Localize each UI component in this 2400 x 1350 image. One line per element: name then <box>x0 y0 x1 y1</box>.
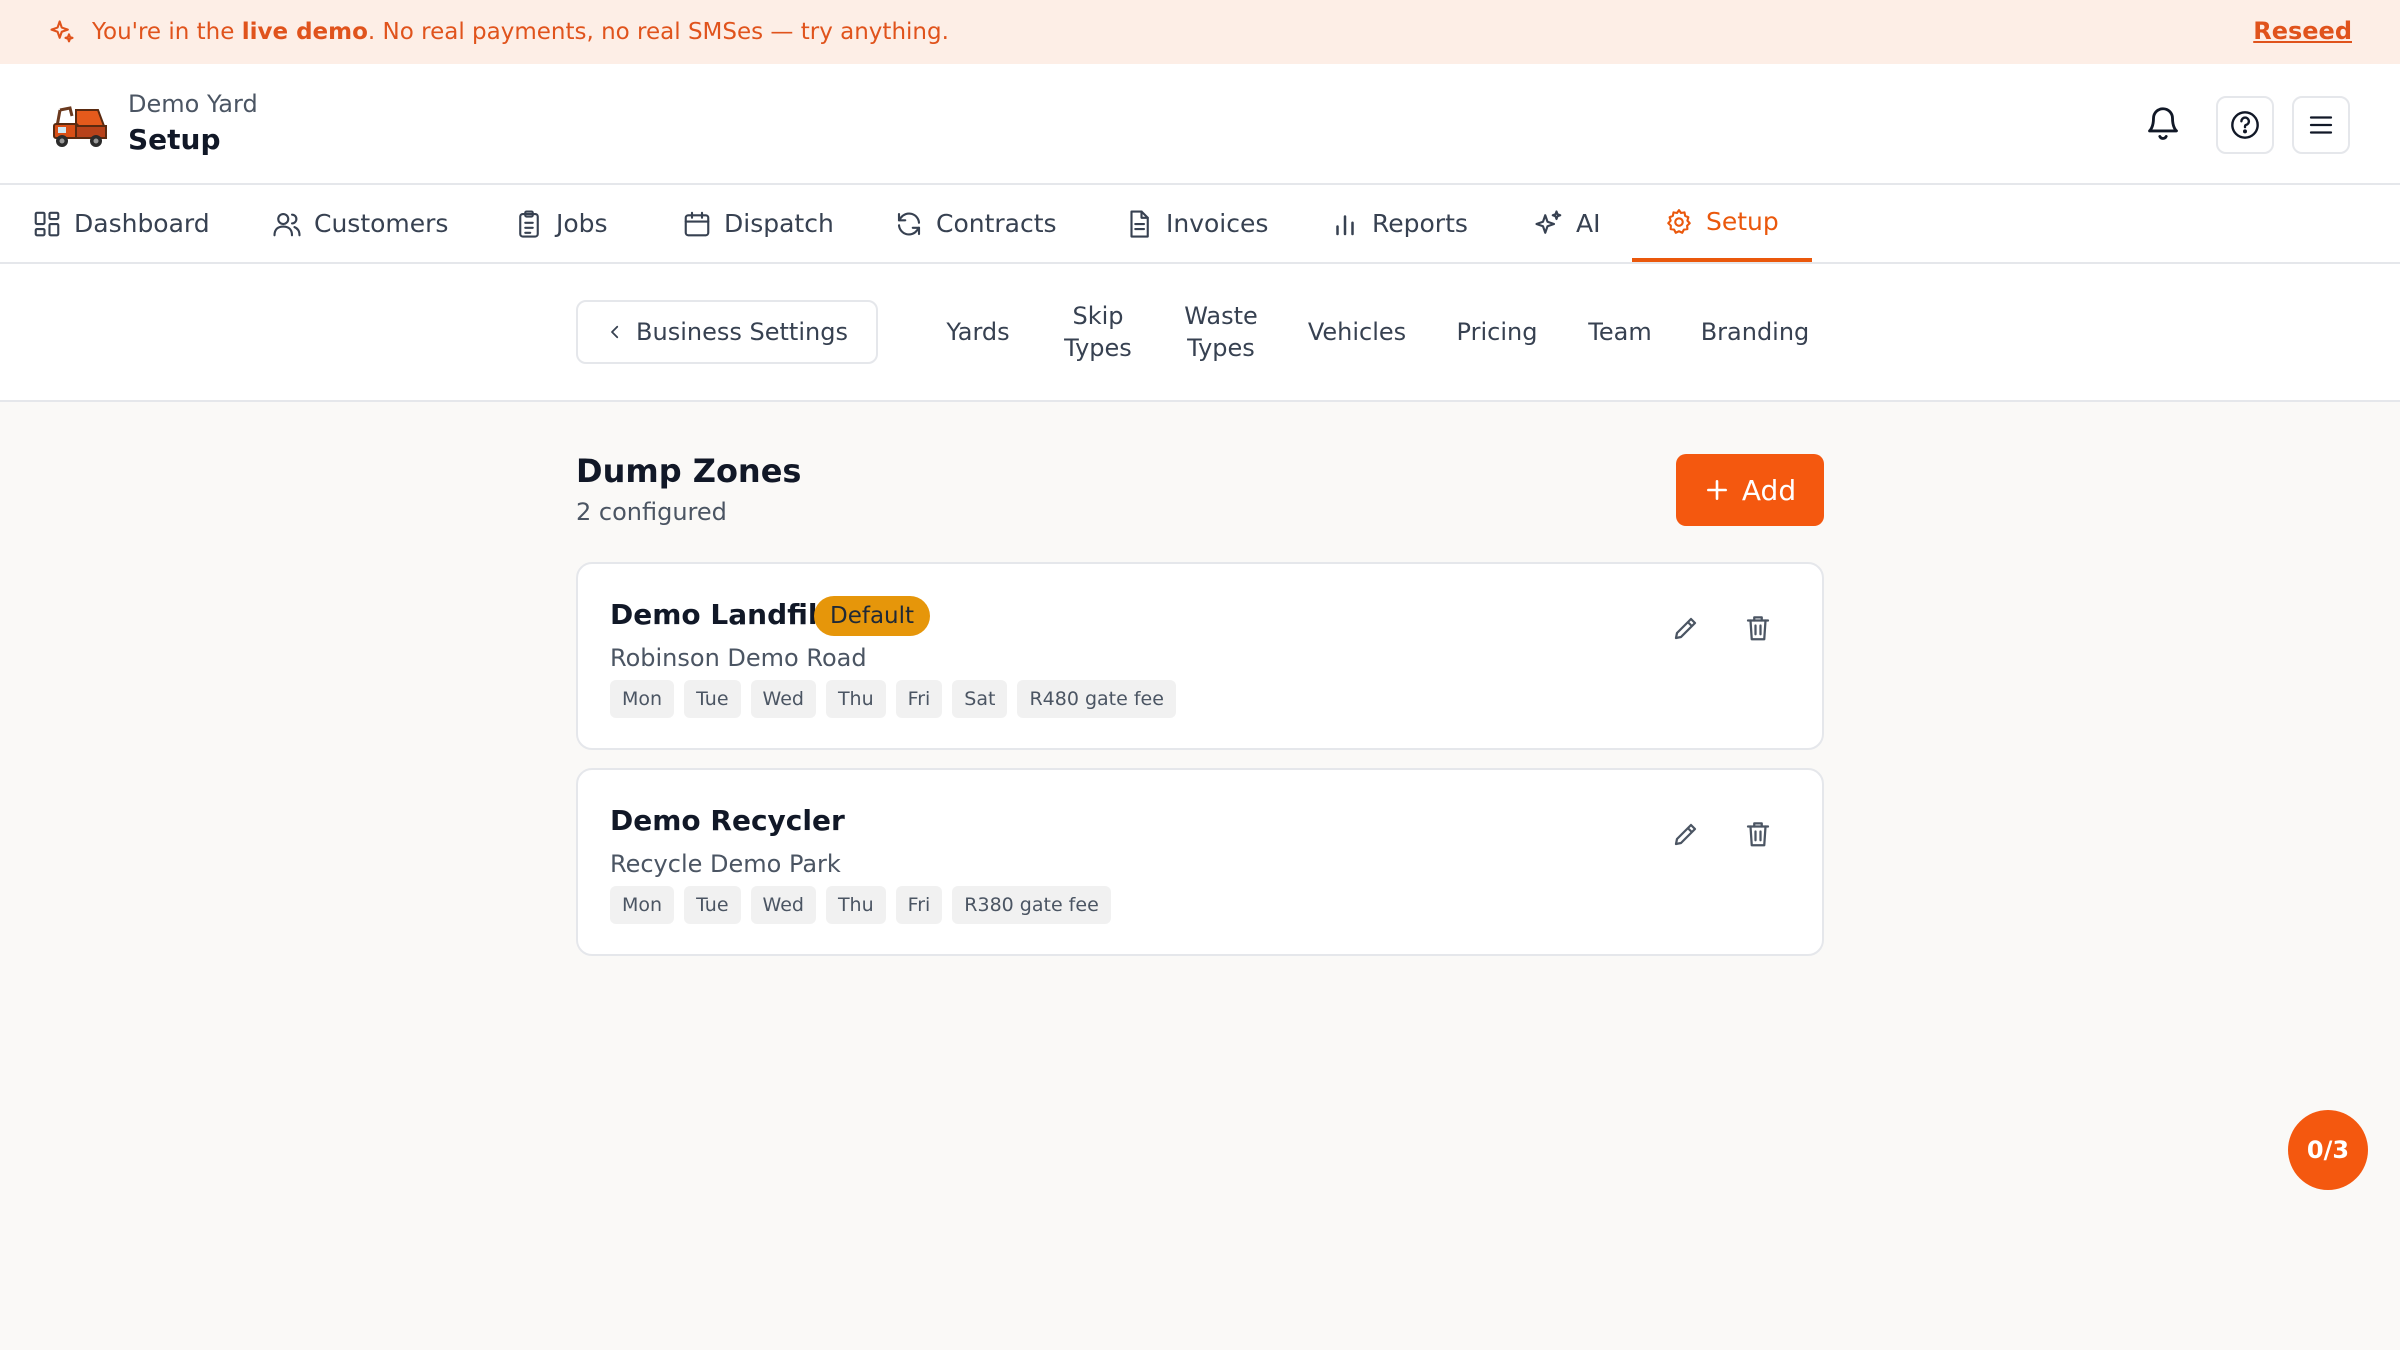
subtab-team[interactable]: Team <box>1574 264 1666 400</box>
day-chip: Fri <box>895 680 943 718</box>
subtab-vehicles[interactable]: Vehicles <box>1296 264 1418 400</box>
pencil-icon <box>1674 617 1697 640</box>
add-dump-zone-button[interactable]: Add <box>1676 454 1824 526</box>
edit-button[interactable] <box>1666 814 1706 854</box>
users-icon <box>273 212 301 236</box>
main-nav: Dashboard Customers Jobs Dispatch Contra… <box>0 185 2400 264</box>
day-chip: Thu <box>825 680 886 718</box>
day-chip: Wed <box>750 886 816 924</box>
tab-ai[interactable]: AI <box>1534 185 1600 262</box>
zone-address: Recycle Demo Park <box>610 850 841 878</box>
zone-schedule: Mon Tue Wed Thu Fri R380 gate fee <box>610 886 1111 924</box>
tab-label: AI <box>1576 209 1601 238</box>
tab-label: Contracts <box>936 209 1057 238</box>
subtab-skip-types[interactable]: Skip Types <box>1050 264 1146 400</box>
day-chip: Wed <box>750 680 816 718</box>
chevron-left-icon <box>611 325 619 339</box>
menu-button[interactable] <box>2292 96 2350 154</box>
day-chip: Tue <box>684 886 741 924</box>
document-icon <box>1130 209 1149 238</box>
zone-address: Robinson Demo Road <box>610 644 867 672</box>
day-chip: Mon <box>610 680 675 718</box>
subtab-branding[interactable]: Branding <box>1690 264 1820 400</box>
subtab-yards[interactable]: Yards <box>930 264 1026 400</box>
edit-button[interactable] <box>1666 608 1706 648</box>
trash-icon <box>1746 616 1770 641</box>
add-button-label: Add <box>1741 473 1797 507</box>
plus-icon <box>1706 480 1727 500</box>
sparkles-icon <box>1535 209 1562 234</box>
gate-fee-chip: R480 gate fee <box>1017 680 1176 718</box>
dump-zone-card: Demo Recycler Recycle Demo Park Mon Tue … <box>576 768 1824 956</box>
tab-dispatch[interactable]: Dispatch <box>682 185 834 262</box>
trash-icon <box>1746 822 1770 847</box>
tab-customers[interactable]: Customers <box>272 185 448 262</box>
section-title: Dump Zones <box>576 452 802 490</box>
yard-name: Demo Yard <box>128 90 258 118</box>
tab-reports[interactable]: Reports <box>1330 185 1468 262</box>
truck-logo-icon <box>53 106 107 147</box>
tab-jobs[interactable]: Jobs <box>514 185 608 262</box>
dashboard-icon <box>34 211 60 236</box>
tab-label: Reports <box>1372 209 1468 238</box>
page-title: Setup <box>128 123 221 156</box>
dump-zone-card: Demo Landfill Default Robinson Demo Road… <box>576 562 1824 750</box>
pencil-icon <box>1674 823 1697 846</box>
zone-schedule: Mon Tue Wed Thu Fri Sat R480 gate fee <box>610 680 1176 718</box>
back-button-label: Business Settings <box>636 318 848 346</box>
gate-fee-chip: R380 gate fee <box>952 886 1111 924</box>
tab-contracts[interactable]: Contracts <box>894 185 1057 262</box>
day-chip: Tue <box>684 680 741 718</box>
tab-setup[interactable]: Setup <box>1632 185 1812 262</box>
app-header: Demo Yard Setup <box>0 64 2400 185</box>
tab-invoices[interactable]: Invoices <box>1124 185 1268 262</box>
help-icon <box>2231 111 2259 139</box>
day-chip: Mon <box>610 886 675 924</box>
reseed-link[interactable]: Reseed <box>2253 17 2352 45</box>
gear-icon <box>1667 208 1691 234</box>
tab-label: Setup <box>1706 207 1779 236</box>
help-button[interactable] <box>2216 96 2274 154</box>
delete-button[interactable] <box>1738 608 1778 648</box>
subtab-waste-types[interactable]: Waste Types <box>1170 264 1272 400</box>
demo-banner: You're in the live demo. No real payment… <box>0 0 2400 64</box>
refresh-icon <box>897 211 921 236</box>
tab-label: Dispatch <box>724 209 834 238</box>
default-badge: Default <box>814 596 931 636</box>
back-to-business-settings-button[interactable]: Business Settings <box>576 300 878 364</box>
settings-subnav: Business Settings Yards Skip Types Waste T… <box>0 264 2400 402</box>
zone-name: Demo Landfill <box>610 598 828 631</box>
tab-dashboard[interactable]: Dashboard <box>32 185 210 262</box>
day-chip: Fri <box>895 886 943 924</box>
demo-banner-text: You're in the live demo. No real payment… <box>92 19 949 45</box>
tab-label: Jobs <box>556 209 608 238</box>
calendar-icon <box>684 211 710 236</box>
bar-chart-icon <box>1336 214 1354 235</box>
subtab-pricing[interactable]: Pricing <box>1442 264 1552 400</box>
hamburger-menu-icon <box>2309 116 2333 134</box>
day-chip: Sat <box>952 680 1008 718</box>
sparkles-icon <box>50 20 74 43</box>
tab-label: Dashboard <box>74 209 210 238</box>
tab-label: Invoices <box>1166 209 1269 238</box>
bell-icon[interactable] <box>2144 102 2182 144</box>
onboarding-progress-button[interactable]: 0/3 <box>2288 1110 2368 1190</box>
clipboard-icon <box>519 209 539 238</box>
delete-button[interactable] <box>1738 814 1778 854</box>
zone-name: Demo Recycler <box>610 804 845 837</box>
day-chip: Thu <box>825 886 886 924</box>
section-count: 2 configured <box>576 498 727 526</box>
tab-label: Customers <box>314 209 449 238</box>
